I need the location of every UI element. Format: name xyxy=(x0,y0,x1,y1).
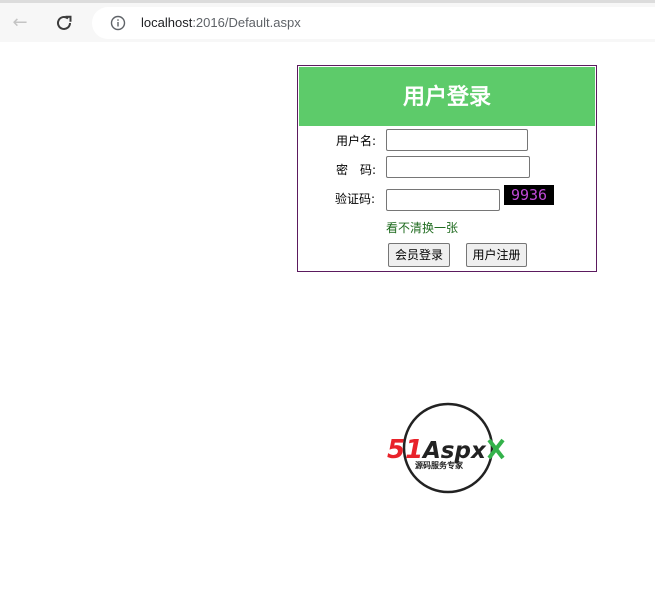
captcha-label: 验证码: xyxy=(335,192,376,206)
password-input[interactable] xyxy=(386,156,530,178)
url-path: :2016/Default.aspx xyxy=(192,15,301,30)
url-text: localhost:2016/Default.aspx xyxy=(141,15,301,30)
username-label: 用户名: xyxy=(336,134,377,148)
svg-text:源码服务专家: 源码服务专家 xyxy=(415,460,464,470)
username-input[interactable] xyxy=(386,129,528,151)
reload-icon[interactable] xyxy=(53,12,75,34)
captcha-image[interactable]: 9936 xyxy=(504,185,554,205)
login-title: 用户登录 xyxy=(299,67,595,126)
browser-toolbar: ← localhost:2016/Default.aspx xyxy=(0,0,655,42)
captcha-input[interactable] xyxy=(386,189,500,211)
login-panel: 用户登录 用户名: 密 码: 验证码: 9936 看不清换一张 会员登录 用户注… xyxy=(297,65,597,272)
password-label: 密 码: xyxy=(336,163,377,177)
address-bar[interactable]: localhost:2016/Default.aspx xyxy=(92,7,655,39)
51aspx-logo: 51 Aspx 源码服务专家 xyxy=(385,400,515,496)
refresh-captcha-link[interactable]: 看不清换一张 xyxy=(386,219,458,236)
member-login-button[interactable]: 会员登录 xyxy=(388,243,450,267)
url-host: localhost xyxy=(141,15,193,30)
info-icon[interactable] xyxy=(110,15,126,31)
back-arrow-icon[interactable]: ← xyxy=(9,12,31,34)
register-button[interactable]: 用户注册 xyxy=(466,243,527,267)
